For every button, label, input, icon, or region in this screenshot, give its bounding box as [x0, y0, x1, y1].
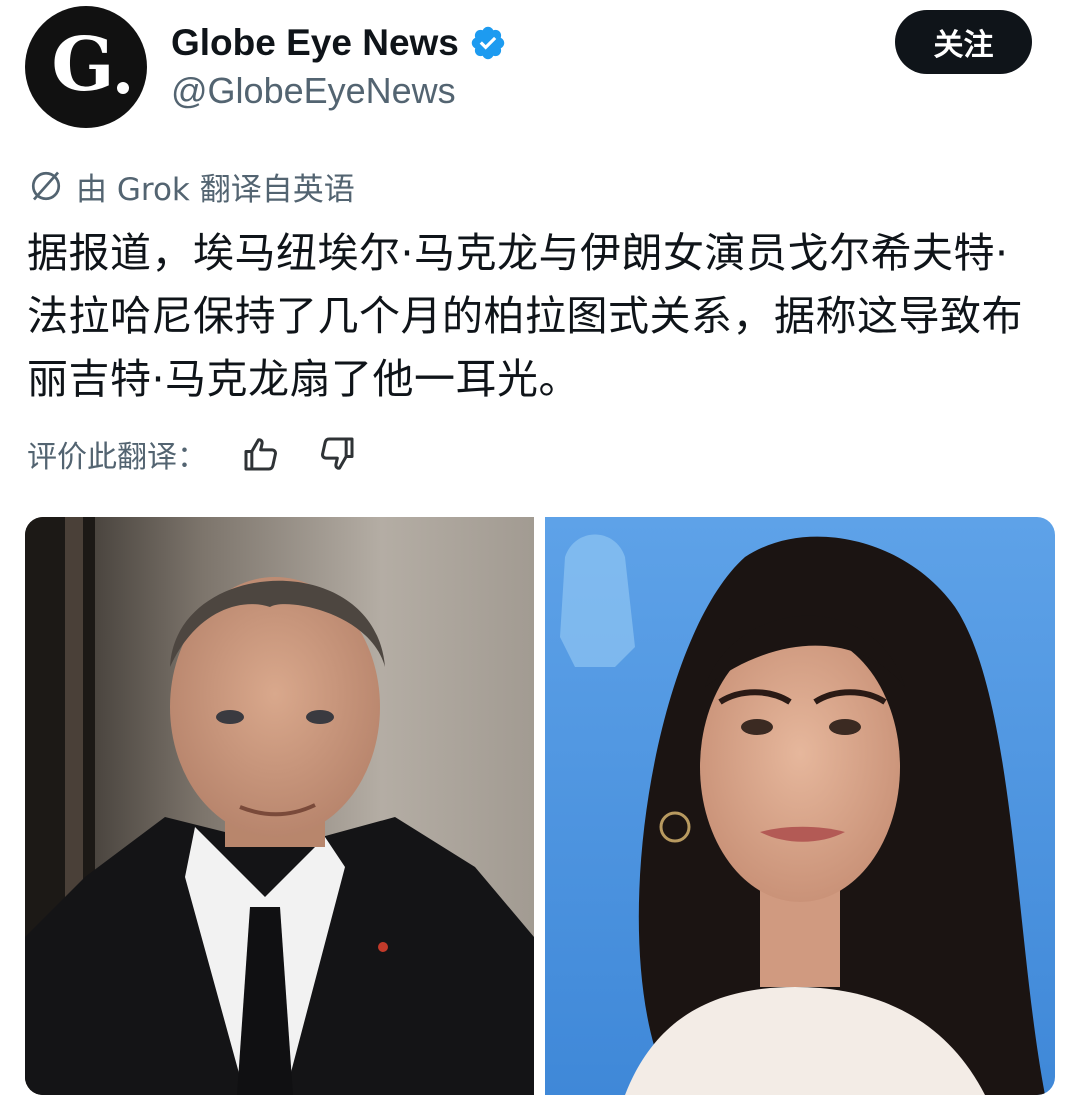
- verified-badge-icon: [471, 26, 505, 60]
- woman-with-long-dark-hair-photo[interactable]: [545, 517, 1055, 1095]
- account-handle[interactable]: @GlobeEyeNews: [171, 70, 456, 112]
- tweet-card: G Globe Eye News @GlobeEyeNews 关注 由 Grok…: [0, 0, 1080, 1108]
- thumbs-down-icon: [321, 437, 354, 470]
- account-name-row: Globe Eye News: [171, 20, 507, 66]
- thumbs-up-icon: [244, 438, 277, 471]
- media-grid: [25, 517, 1055, 1095]
- man-in-dark-suit-photo[interactable]: [25, 517, 534, 1095]
- thumbs-down-button[interactable]: [311, 428, 363, 480]
- avatar-dot: [117, 82, 129, 94]
- follow-button[interactable]: 关注: [895, 10, 1032, 74]
- rate-translation-row: 评价此翻译：: [27, 428, 363, 480]
- avatar-letter: G: [51, 22, 115, 108]
- thumbs-up-button[interactable]: [235, 428, 287, 480]
- account-display-name[interactable]: Globe Eye News: [171, 22, 459, 64]
- translation-note-text: 由 Grok 翻译自英语: [76, 171, 355, 208]
- rate-translation-label: 评价此翻译：: [27, 440, 207, 475]
- globe-slash-icon: [31, 171, 61, 201]
- translation-note: 由 Grok 翻译自英语: [28, 164, 355, 208]
- tweet-text: 据报道，埃马纽埃尔·马克龙与伊朗女演员戈尔希夫特·法拉哈尼保持了几个月的柏拉图式…: [27, 229, 1023, 403]
- account-avatar[interactable]: G: [25, 6, 147, 128]
